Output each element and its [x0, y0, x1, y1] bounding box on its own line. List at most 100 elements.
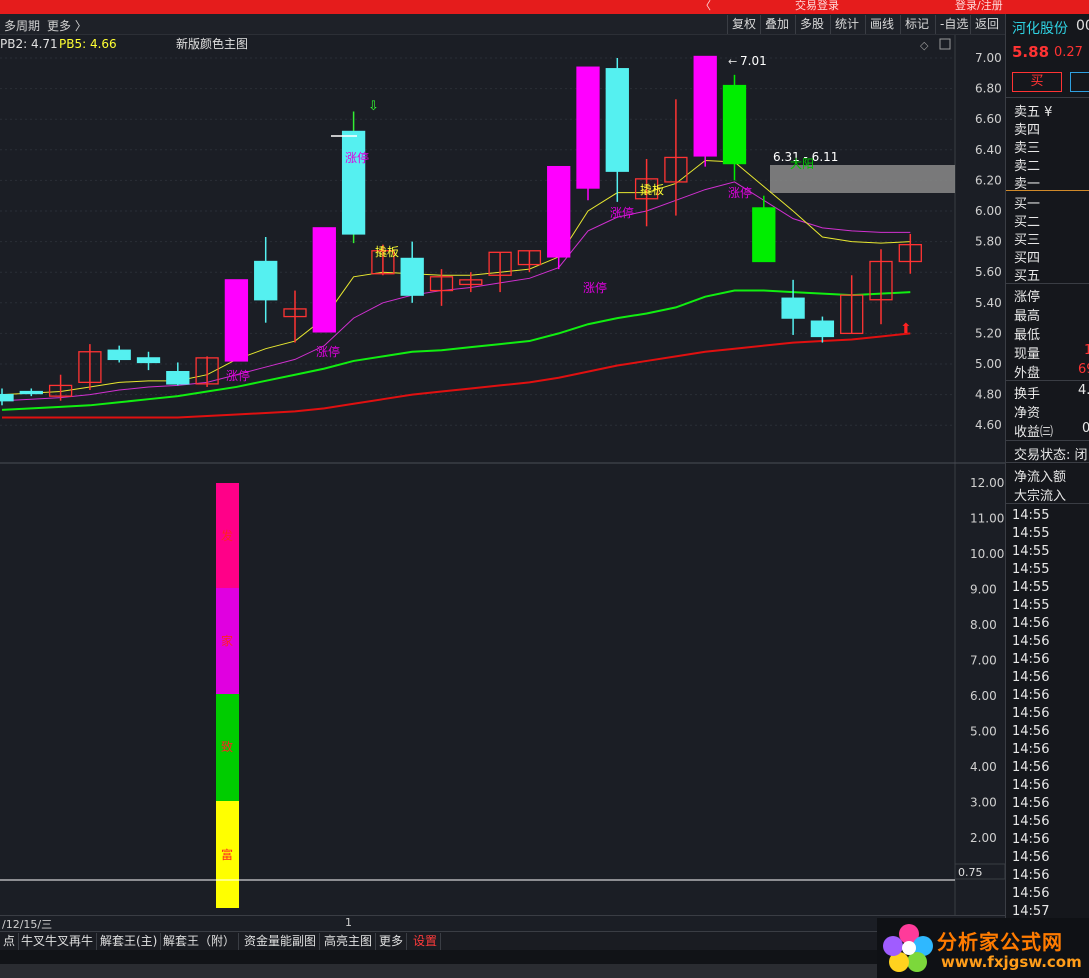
price-tick: 4.80: [975, 388, 1002, 402]
tab-more[interactable]: 更多: [376, 933, 408, 950]
tab-jietao-sub[interactable]: 解套王（附）: [160, 933, 240, 950]
multi-period-button[interactable]: 多周期: [4, 17, 40, 34]
tab-niucha[interactable]: 牛叉牛叉再牛: [18, 933, 98, 950]
trade-login-link[interactable]: 交易登录: [795, 0, 839, 13]
tick-time: 14:55: [1012, 526, 1050, 541]
rich-bar-char: 致: [221, 740, 233, 754]
volume-value: 1: [1084, 343, 1089, 358]
tick-time: 14:56: [1012, 670, 1050, 685]
price-tick: 6.20: [975, 173, 1002, 187]
limit-up-tag: 涨停: [226, 368, 250, 383]
high-label: 7.01: [740, 54, 767, 68]
stock-name: 河化股份: [1012, 21, 1068, 37]
overlay-button[interactable]: 叠加: [760, 15, 793, 34]
price-tick: 7.00: [975, 51, 1002, 65]
candle-body: [693, 55, 717, 157]
mark-button[interactable]: 标记: [900, 15, 933, 34]
remove-watchlist-button[interactable]: -自选: [935, 15, 972, 34]
draw-line-button[interactable]: 画线: [865, 15, 898, 34]
tab-jietao-main[interactable]: 解套王(主): [97, 933, 162, 950]
high-label-arrow: ←: [728, 55, 737, 68]
candle-body: [605, 68, 629, 172]
legend-pb2: PB2: 4.71: [0, 37, 58, 51]
ask4-label: 卖四: [1014, 123, 1041, 138]
sub-axis-tick: 6.00: [970, 689, 997, 703]
candle[interactable]: [341, 111, 366, 244]
site-logo: 分析家公式网 www.fxjgsw.com: [877, 918, 1089, 978]
sub-axis-tick: 7.00: [970, 654, 997, 668]
logo-text: 分析家公式网: [937, 930, 1063, 954]
sub-axis-tick: 3.00: [970, 796, 997, 810]
outer-disk-value: 69: [1078, 362, 1089, 377]
tick-time: 14:56: [1012, 832, 1050, 847]
outer-disk-label: 外盘: [1014, 366, 1041, 381]
sub-axis-tick: 8.00: [970, 618, 997, 632]
bid1-label: 买一: [1014, 197, 1041, 212]
sub-current-value: 0.75: [958, 866, 983, 879]
candle[interactable]: [576, 66, 600, 201]
date-mid: 1: [345, 916, 352, 929]
tick-time: 14:56: [1012, 814, 1050, 829]
flower-logo-icon: [883, 924, 933, 972]
tick-time: 14:56: [1012, 760, 1050, 775]
quote-panel: 河化股份 00 5.88 0.27 买 卖五 ¥ 卖四 卖三 卖二 卖一 买一 …: [1005, 14, 1089, 932]
rich-bar-char: 家: [221, 633, 233, 648]
tick-time: 14:56: [1012, 724, 1050, 739]
turnover-label: 换手: [1014, 387, 1041, 402]
turnover-value: 4.: [1078, 383, 1089, 398]
candle-body: [341, 130, 366, 235]
tab-point[interactable]: 点: [0, 933, 20, 950]
tab-capital-volume[interactable]: 资金量能副图: [241, 933, 321, 950]
top-bar: 〈 交易登录 登录/注册: [0, 0, 1089, 14]
rich-bar: 发 家 致 富: [216, 483, 239, 908]
volume-label: 现量: [1014, 347, 1041, 362]
candle[interactable]: [693, 55, 717, 167]
back-button[interactable]: 返回: [970, 15, 1003, 34]
sub-axis-tick: 4.00: [970, 760, 997, 774]
chart-area[interactable]: 7.00 6.80 6.60 6.40 6.20 6.00 5.80 5.60 5.40 5.20…: [0, 35, 1006, 917]
sub-axis-tick: 2.00: [970, 831, 997, 845]
multi-stock-button[interactable]: 多股: [795, 15, 828, 34]
chart-svg[interactable]: 7.00 6.80 6.60 6.40 6.20 6.00 5.80 5.60 5.40 5.20…: [0, 35, 1006, 917]
login-register-link[interactable]: 登录/注册: [955, 0, 1003, 13]
limit-up-tag: 涨停: [583, 280, 607, 295]
more-dropdown[interactable]: 更多 〉: [47, 17, 87, 34]
horizontal-scrollbar[interactable]: [0, 964, 880, 978]
limit-up-label: 涨停: [1014, 290, 1041, 305]
ask2-label: 卖二: [1014, 159, 1041, 174]
sub-axis-tick: 11.00: [970, 512, 1004, 526]
diamond-icon[interactable]: ◇: [920, 39, 929, 52]
buy-button[interactable]: 买: [1012, 72, 1062, 92]
earnings-label: 收益㈢: [1014, 425, 1054, 440]
bid5-label: 买五: [1014, 269, 1041, 284]
candle[interactable]: [312, 227, 336, 333]
statistics-button[interactable]: 统计: [830, 15, 863, 34]
rich-bar-char: 富: [221, 847, 233, 862]
price-tick: 6.40: [975, 143, 1002, 157]
tick-time: 14:56: [1012, 706, 1050, 721]
price-tick: 4.60: [975, 418, 1002, 432]
back-icon[interactable]: 〈: [700, 0, 711, 13]
candle[interactable]: [224, 279, 249, 362]
candle-body: [0, 393, 14, 402]
sell-button[interactable]: [1070, 72, 1089, 92]
fuquan-button[interactable]: 复权: [727, 15, 760, 34]
stock-code: 00: [1076, 18, 1089, 34]
chart-toolbar: 多周期 更多 〉 复权 叠加 多股 统计 画线 标记 -自选 返回: [0, 14, 1005, 35]
bid4-label: 买四: [1014, 251, 1041, 266]
pry-board-tag: 撬板: [640, 183, 664, 197]
tick-time: 14:57: [1012, 904, 1050, 919]
price-tick: 6.60: [975, 112, 1002, 126]
rich-bar-char: 发: [221, 528, 233, 543]
sub-axis-tick: 10.00: [970, 547, 1004, 561]
candle[interactable]: [547, 165, 571, 270]
tick-time: 14:56: [1012, 796, 1050, 811]
tab-settings[interactable]: 设置: [410, 933, 442, 950]
trade-status: 交易状态: 闭: [1014, 448, 1088, 463]
tick-time: 14:56: [1012, 850, 1050, 865]
tick-time: 14:56: [1012, 634, 1050, 649]
tab-highlight-main[interactable]: 高亮主图: [321, 933, 377, 950]
limit-up-tag: 涨停: [610, 205, 634, 220]
tick-time: 14:55: [1012, 544, 1050, 559]
more-label: 更多: [47, 19, 72, 33]
